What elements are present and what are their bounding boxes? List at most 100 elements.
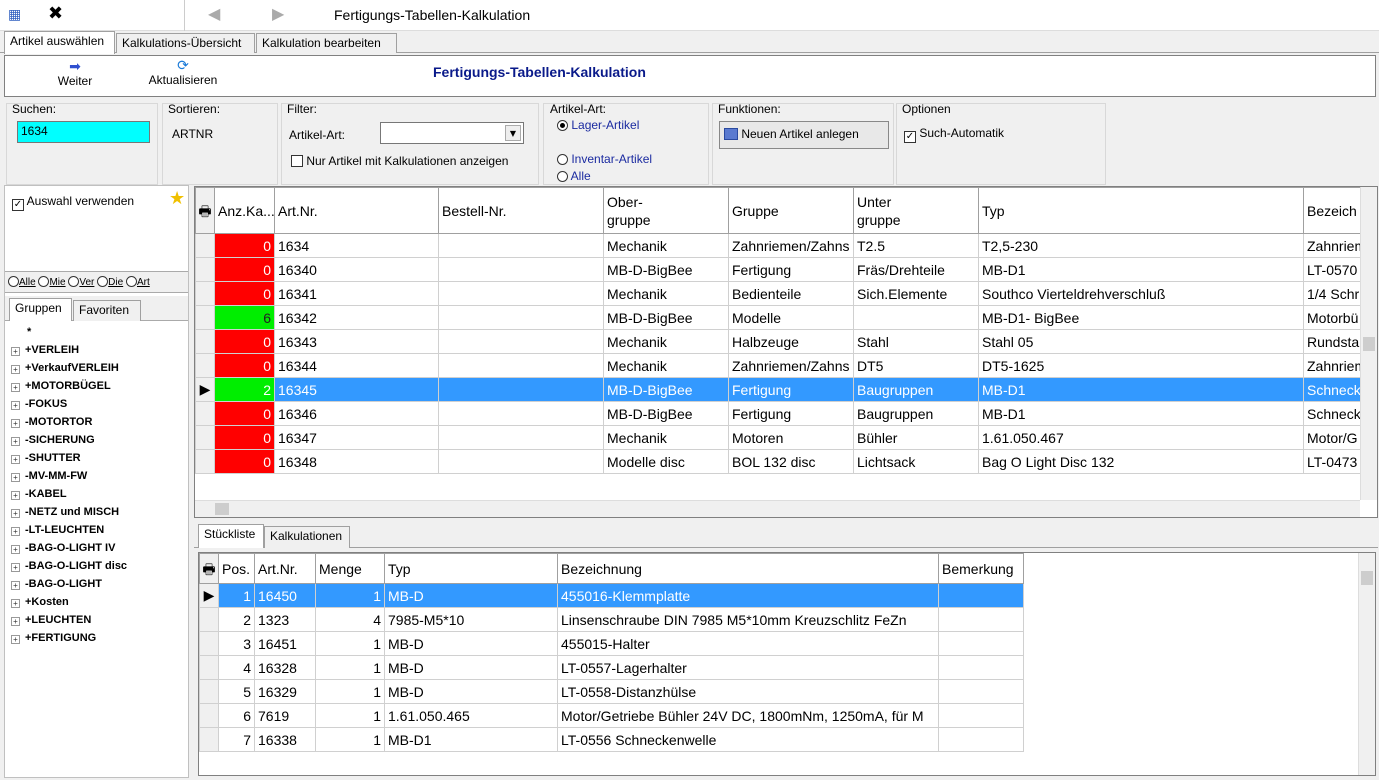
cell-menge[interactable]: 1 xyxy=(315,727,385,752)
cell-pos[interactable]: 1 xyxy=(218,583,255,608)
table-row[interactable]: 0 16341 Mechanik Bedienteile Sich.Elemente So… xyxy=(195,281,1361,306)
row-header[interactable]: ▶ xyxy=(195,377,215,402)
cell-bezeichnung[interactable]: LT-0558-Distanzhülse xyxy=(557,679,939,704)
cell-untergruppe[interactable]: DT5 xyxy=(853,353,979,378)
expand-icon[interactable]: + xyxy=(11,635,20,644)
checkbox-box[interactable]: ✓ xyxy=(904,131,916,143)
cell-artnr[interactable]: 16348 xyxy=(274,449,439,474)
grid-icon[interactable]: ▦ xyxy=(8,7,21,23)
cell-artnr[interactable]: 16342 xyxy=(274,305,439,330)
cell-bestellnr[interactable] xyxy=(438,305,604,330)
tree-node[interactable]: + -FOKUS xyxy=(11,395,186,413)
row-header[interactable] xyxy=(195,425,215,450)
cell-bezeichnung[interactable]: LT-0473 xyxy=(1303,449,1361,474)
radio-mie[interactable]: Mie xyxy=(38,276,66,288)
cell-obergruppe[interactable]: Mechanik xyxy=(603,233,729,258)
cell-bezeichnung[interactable]: Schneck xyxy=(1303,377,1361,402)
cell-gruppe[interactable]: Zahnriemen/Zahns xyxy=(728,353,854,378)
cell-artnr[interactable]: 16328 xyxy=(254,655,316,680)
cell-artnr[interactable]: 16340 xyxy=(274,257,439,282)
table-row[interactable]: 6 7619 1 1.61.050.465 Motor/Getriebe Bühler … xyxy=(199,703,1024,728)
tab-stueckliste[interactable]: Stückliste xyxy=(198,524,264,548)
cell-gruppe[interactable]: Fertigung xyxy=(728,377,854,402)
col-untergruppe[interactable]: Unter gruppe xyxy=(853,187,979,234)
cell-pos[interactable]: 3 xyxy=(218,631,255,656)
cell-typ[interactable]: MB-D xyxy=(384,631,558,656)
cell-bemerkung[interactable] xyxy=(938,703,1024,728)
cell-gruppe[interactable]: Bedienteile xyxy=(728,281,854,306)
radio-button[interactable] xyxy=(68,276,80,287)
row-header[interactable] xyxy=(199,655,219,680)
col-artnr[interactable]: Art.Nr. xyxy=(274,187,439,234)
cell-bemerkung[interactable] xyxy=(938,583,1024,608)
table-row[interactable]: ▶ 1 16450 1 MB-D 455016-Klemmplatte xyxy=(199,583,1024,608)
row-header[interactable] xyxy=(199,703,219,728)
cell-typ[interactable]: MB-D1 xyxy=(384,727,558,752)
row-header[interactable] xyxy=(195,329,215,354)
tree-node[interactable]: + +VerkaufVERLEIH xyxy=(11,359,186,377)
tab-kalkulationen[interactable]: Kalkulationen xyxy=(264,526,350,548)
expand-icon[interactable]: + xyxy=(11,347,20,356)
checkbox-box[interactable]: ✓ xyxy=(12,199,24,211)
cell-obergruppe[interactable]: MB-D-BigBee xyxy=(603,401,729,426)
auswahl-checkbox[interactable]: ✓ Auswahl verwenden xyxy=(12,194,134,211)
cell-untergruppe[interactable]: T2.5 xyxy=(853,233,979,258)
tree-node[interactable]: + -BAG-O-LIGHT IV xyxy=(11,539,186,557)
cell-gruppe[interactable]: Motoren xyxy=(728,425,854,450)
radio-button[interactable] xyxy=(557,154,568,165)
table-row[interactable]: 3 16451 1 MB-D 455015-Halter xyxy=(199,631,1024,656)
cell-menge[interactable]: 1 xyxy=(315,703,385,728)
row-header[interactable] xyxy=(195,305,215,330)
cell-menge[interactable]: 1 xyxy=(315,583,385,608)
table-row[interactable]: 5 16329 1 MB-D LT-0558-Distanzhülse xyxy=(199,679,1024,704)
cell-typ[interactable]: MB-D1 xyxy=(978,401,1304,426)
cell-bezeichnung[interactable]: LT-0557-Lagerhalter xyxy=(557,655,939,680)
cell-gruppe[interactable]: Fertigung xyxy=(728,401,854,426)
cell-menge[interactable]: 1 xyxy=(315,679,385,704)
radio-art[interactable]: Art xyxy=(125,276,150,288)
tree-node[interactable]: + -SHUTTER xyxy=(11,449,186,467)
artikel-art-select[interactable]: ▼ xyxy=(380,122,524,144)
cell-typ[interactable]: Bag O Light Disc 132 xyxy=(978,449,1304,474)
expand-icon[interactable]: + xyxy=(11,581,20,590)
cell-artnr[interactable]: 16341 xyxy=(274,281,439,306)
radio-button[interactable] xyxy=(557,120,568,131)
cell-typ[interactable]: MB-D1 xyxy=(978,377,1304,402)
cell-artnr[interactable]: 16345 xyxy=(274,377,439,402)
cell-artnr[interactable]: 16329 xyxy=(254,679,316,704)
table-row[interactable]: 2 1323 4 7985-M5*10 Linsenschraube DIN 7985 … xyxy=(199,607,1024,632)
row-header[interactable] xyxy=(199,679,219,704)
cell-bestellnr[interactable] xyxy=(438,377,604,402)
tab-favoriten[interactable]: Favoriten xyxy=(73,300,141,321)
tree-node[interactable]: + -KABEL xyxy=(11,485,186,503)
expand-icon[interactable]: + xyxy=(11,527,20,536)
cell-bezeichnung[interactable]: LT-0556 Schneckenwelle xyxy=(557,727,939,752)
checkbox-box[interactable] xyxy=(291,155,303,167)
expand-icon[interactable]: + xyxy=(11,455,20,464)
cell-anz-kalk[interactable]: 0 xyxy=(214,281,275,306)
cell-gruppe[interactable]: Fertigung xyxy=(728,257,854,282)
expand-icon[interactable]: + xyxy=(11,473,20,482)
cell-bezeichnung[interactable]: Rundsta xyxy=(1303,329,1361,354)
cell-artnr[interactable]: 16343 xyxy=(274,329,439,354)
col-pos[interactable]: Pos. xyxy=(218,553,255,584)
table-row[interactable]: 6 16342 MB-D-BigBee Modelle MB-D1- BigBee Mot… xyxy=(195,305,1361,330)
radio-button[interactable] xyxy=(8,276,19,287)
cell-artnr[interactable]: 16450 xyxy=(254,583,316,608)
cell-anz-kalk[interactable]: 0 xyxy=(214,233,275,258)
cell-pos[interactable]: 7 xyxy=(218,727,255,752)
col-bezeichnung[interactable]: Bezeich xyxy=(1303,187,1361,234)
cell-artnr[interactable]: 16338 xyxy=(254,727,316,752)
cell-typ[interactable]: MB-D1- BigBee xyxy=(978,305,1304,330)
expand-icon[interactable]: + xyxy=(11,563,20,572)
cell-bestellnr[interactable] xyxy=(438,257,604,282)
tree-node[interactable]: + -MV-MM-FW xyxy=(11,467,186,485)
cell-typ[interactable]: MB-D1 xyxy=(978,257,1304,282)
scroll-thumb[interactable] xyxy=(1361,571,1373,585)
table-row[interactable]: 0 16340 MB-D-BigBee Fertigung Fräs/Drehteile… xyxy=(195,257,1361,282)
scroll-thumb[interactable] xyxy=(215,503,229,515)
chevron-down-icon[interactable]: ▼ xyxy=(505,125,521,141)
cell-artnr[interactable]: 7619 xyxy=(254,703,316,728)
forward-arrow-icon[interactable]: ▶ xyxy=(272,4,284,23)
radio-button[interactable] xyxy=(38,276,50,287)
